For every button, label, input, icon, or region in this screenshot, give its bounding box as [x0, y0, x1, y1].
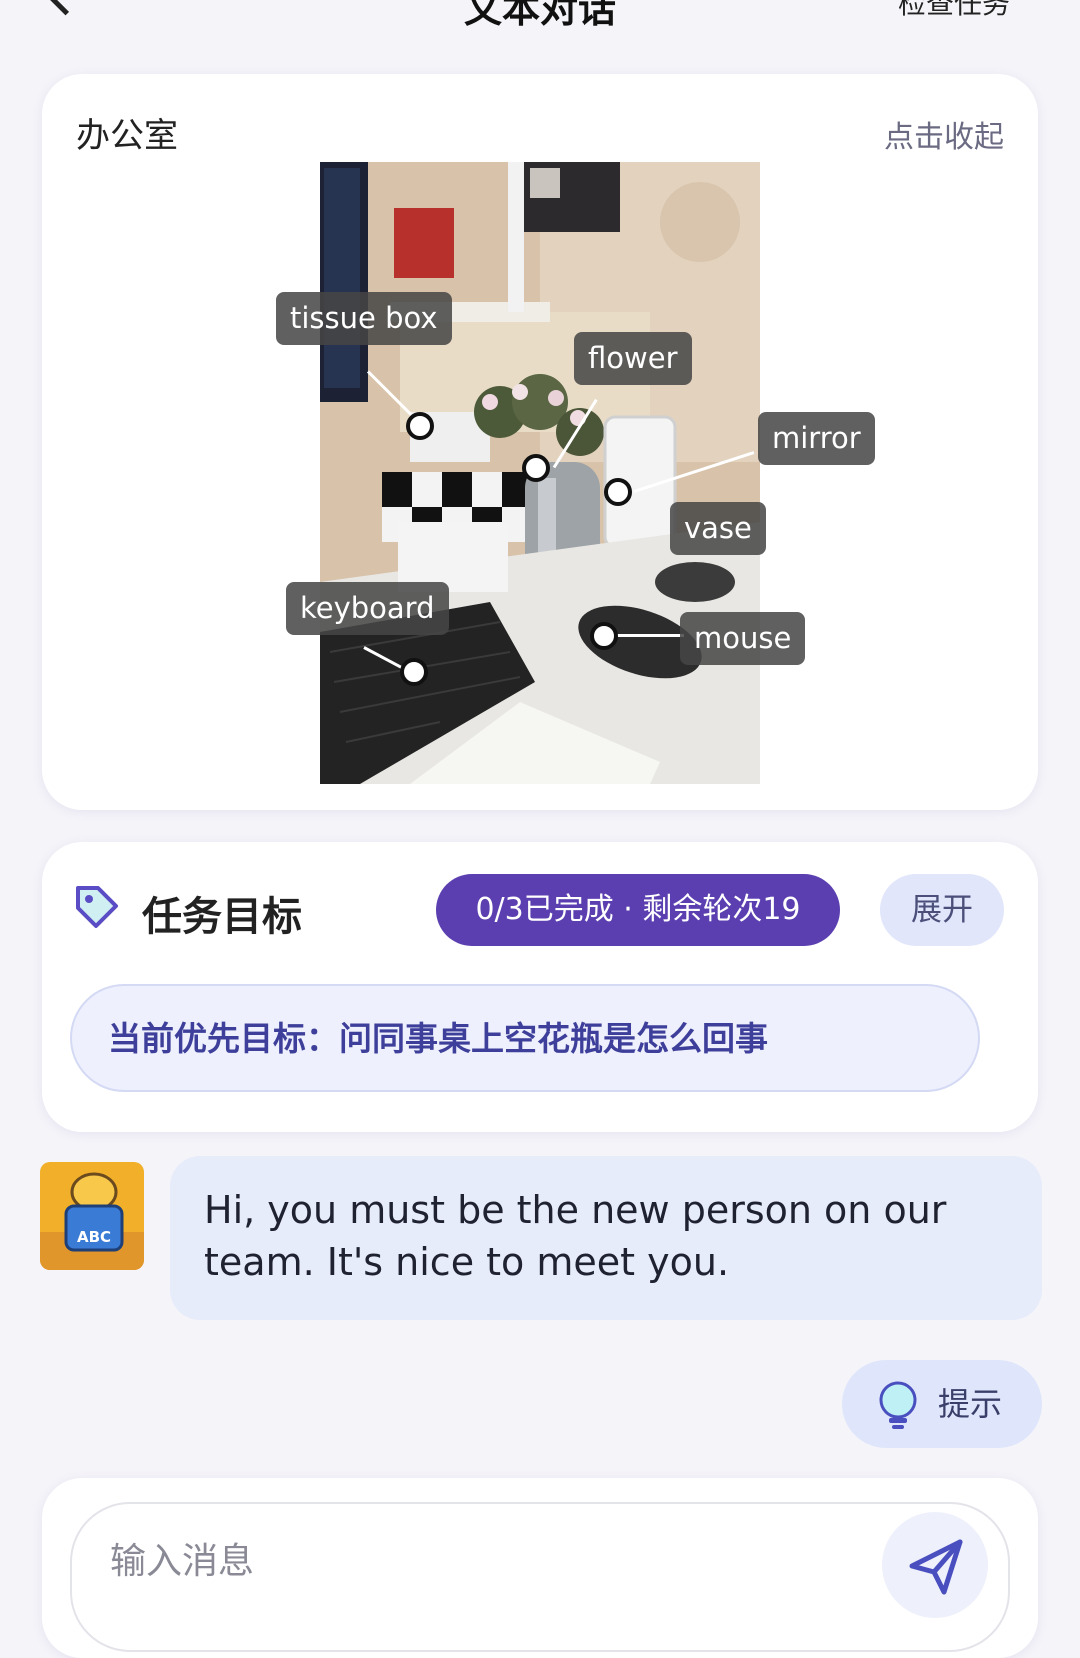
progress-badge: 0/3已完成 · 剩余轮次19 [436, 874, 840, 946]
send-button[interactable] [882, 1512, 988, 1618]
keyboard-dot[interactable] [400, 658, 428, 686]
scene-title: 办公室 [76, 116, 178, 156]
message-input[interactable]: 输入消息 [70, 1502, 1010, 1652]
tag-vase[interactable]: vase [670, 502, 766, 555]
tag-flower[interactable]: flower [574, 332, 692, 385]
priority-goal: 当前优先目标：问同事桌上空花瓶是怎么回事 [70, 984, 980, 1092]
task-card: 任务目标 0/3已完成 · 剩余轮次19 展开 当前优先目标：问同事桌上空花瓶是… [42, 842, 1038, 1132]
hint-button[interactable]: 提示 [842, 1360, 1042, 1448]
send-icon [909, 1539, 963, 1595]
vase-dot[interactable] [604, 478, 632, 506]
tag-mouse[interactable]: mouse [680, 612, 806, 665]
chat-bubble: Hi, you must be the new person on our te… [170, 1156, 1042, 1320]
task-title: 任务目标 [142, 894, 302, 940]
avatar-text: ABC [77, 1228, 111, 1246]
tissue-box-dot[interactable] [406, 412, 434, 440]
expand-button[interactable]: 展开 [880, 874, 1004, 946]
mouse-leader [612, 634, 684, 637]
lightbulb-icon [874, 1380, 922, 1434]
avatar: ABC [40, 1162, 144, 1270]
tag-tissue-box[interactable]: tissue box [276, 292, 452, 345]
hint-label: 提示 [938, 1385, 1003, 1423]
tag-icon [72, 882, 120, 934]
top-bar: 文本对话 检查任务 [0, 0, 1080, 40]
check-task-button[interactable]: 检查任务 [898, 0, 1010, 22]
tag-keyboard[interactable]: keyboard [286, 582, 449, 635]
collapse-button[interactable]: 点击收起 [884, 112, 1004, 156]
tag-mirror[interactable]: mirror [758, 412, 875, 465]
flower-dot[interactable] [522, 454, 550, 482]
scene-card: 办公室 点击收起 tissue box flower mirror vase k… [42, 74, 1038, 810]
mouse-dot[interactable] [590, 622, 618, 650]
